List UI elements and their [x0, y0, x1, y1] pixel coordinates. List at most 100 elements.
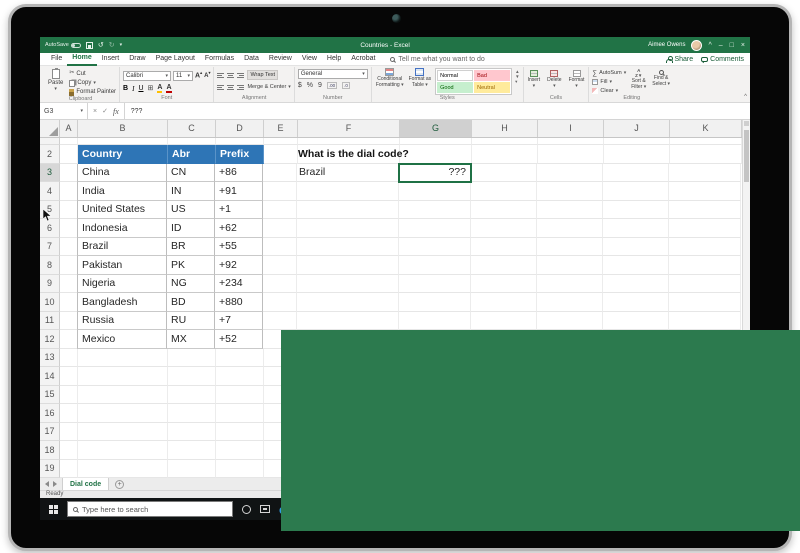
- cell-C8[interactable]: PK: [167, 256, 215, 275]
- cell-H8[interactable]: [471, 256, 537, 275]
- cell-B19[interactable]: [78, 460, 168, 479]
- cell-K2[interactable]: [670, 145, 742, 164]
- cell-A8[interactable]: [60, 256, 78, 275]
- cell-K9[interactable]: [669, 275, 741, 294]
- cell-D16[interactable]: [216, 404, 264, 423]
- italic-button[interactable]: I: [132, 85, 134, 93]
- cell-H2[interactable]: [472, 145, 538, 164]
- cell-J11[interactable]: [603, 312, 669, 331]
- cell-B11[interactable]: Russia: [77, 312, 167, 331]
- row-header-13[interactable]: 13: [40, 349, 60, 368]
- conditional-formatting-button[interactable]: ConditionalFormatting ▾: [375, 68, 405, 88]
- cell-B17[interactable]: [78, 423, 168, 442]
- cell-G1[interactable]: [400, 138, 472, 145]
- shrink-font-button[interactable]: A▾: [204, 69, 210, 82]
- ribbon-tab-acrobat[interactable]: Acrobat: [346, 53, 380, 65]
- cell-B9[interactable]: Nigeria: [77, 275, 167, 294]
- cell-D5[interactable]: +1: [215, 201, 263, 220]
- cell-D12[interactable]: +52: [215, 330, 263, 349]
- minimize-icon[interactable]: –: [719, 42, 723, 49]
- maximize-icon[interactable]: □: [730, 42, 734, 49]
- column-header-F[interactable]: F: [298, 120, 400, 137]
- cell-G4[interactable]: [399, 182, 471, 201]
- cell-C18[interactable]: [168, 441, 216, 460]
- ribbon-tab-view[interactable]: View: [297, 53, 322, 65]
- cancel-icon[interactable]: ×: [93, 108, 97, 115]
- cell-D2[interactable]: Prefix: [216, 145, 264, 164]
- cell-E11[interactable]: [263, 312, 297, 331]
- share-button[interactable]: Share: [666, 56, 693, 63]
- cell-K7[interactable]: [669, 238, 741, 257]
- borders-icon[interactable]: ⊞: [148, 84, 154, 93]
- align-middle-icon[interactable]: [227, 72, 234, 79]
- cell-J2[interactable]: [604, 145, 670, 164]
- row-header-18[interactable]: 18: [40, 441, 60, 460]
- currency-button[interactable]: $: [298, 81, 302, 90]
- cell-G11[interactable]: [399, 312, 471, 331]
- cell-F4[interactable]: [297, 182, 399, 201]
- taskbar-search-input[interactable]: Type here to search: [67, 501, 233, 517]
- cell-K3[interactable]: [669, 164, 741, 183]
- sheet-nav-right-icon[interactable]: [53, 481, 57, 487]
- cell-D10[interactable]: +880: [215, 293, 263, 312]
- sheet-tab-dial-code[interactable]: Dial code: [62, 478, 109, 490]
- add-sheet-button[interactable]: +: [115, 480, 124, 489]
- cell-D9[interactable]: +234: [215, 275, 263, 294]
- column-header-I[interactable]: I: [538, 120, 604, 137]
- cell-C10[interactable]: BD: [167, 293, 215, 312]
- font-size-combo[interactable]: 11 ▾: [173, 71, 193, 81]
- style-normal[interactable]: Normal: [437, 70, 473, 81]
- cell-A4[interactable]: [60, 182, 78, 201]
- cell-K6[interactable]: [669, 219, 741, 238]
- cell-A5[interactable]: [60, 201, 78, 220]
- row-header-17[interactable]: 17: [40, 423, 60, 442]
- cell-E10[interactable]: [263, 293, 297, 312]
- grow-font-button[interactable]: A▴: [195, 69, 202, 81]
- select-all-corner[interactable]: [40, 120, 60, 137]
- row-header-2[interactable]: 2: [40, 145, 60, 164]
- cell-I10[interactable]: [537, 293, 603, 312]
- cell-G9[interactable]: [399, 275, 471, 294]
- cell-J9[interactable]: [603, 275, 669, 294]
- cell-A11[interactable]: [60, 312, 78, 331]
- collapse-ribbon-icon[interactable]: ^: [744, 94, 747, 100]
- align-center-icon[interactable]: [227, 84, 234, 91]
- cell-I4[interactable]: [537, 182, 603, 201]
- cell-G2[interactable]: [400, 145, 472, 164]
- column-header-A[interactable]: A: [60, 120, 78, 137]
- font-color-button[interactable]: A: [166, 84, 171, 93]
- cell-B2[interactable]: Country: [78, 145, 168, 164]
- cell-C12[interactable]: MX: [167, 330, 215, 349]
- cell-G7[interactable]: [399, 238, 471, 257]
- cell-D19[interactable]: [216, 460, 264, 479]
- cell-E5[interactable]: [263, 201, 297, 220]
- save-icon[interactable]: [86, 42, 93, 49]
- insert-cells-button[interactable]: Insert▾: [527, 70, 542, 89]
- column-header-E[interactable]: E: [264, 120, 298, 137]
- cell-E4[interactable]: [263, 182, 297, 201]
- cell-C6[interactable]: ID: [167, 219, 215, 238]
- cell-A15[interactable]: [60, 386, 78, 405]
- cell-J7[interactable]: [603, 238, 669, 257]
- find-select-button[interactable]: Find &Select ▾: [651, 68, 671, 87]
- cell-A18[interactable]: [60, 441, 78, 460]
- column-header-C[interactable]: C: [168, 120, 216, 137]
- row-header-11[interactable]: 11: [40, 312, 60, 331]
- percent-button[interactable]: %: [307, 81, 313, 90]
- cell-I9[interactable]: [537, 275, 603, 294]
- cell-I5[interactable]: [537, 201, 603, 220]
- column-header-H[interactable]: H: [472, 120, 538, 137]
- column-header-D[interactable]: D: [216, 120, 264, 137]
- cell-B5[interactable]: United States: [77, 201, 167, 220]
- row-header-12[interactable]: 12: [40, 330, 60, 349]
- format-painter-button[interactable]: Format Painter: [69, 88, 116, 96]
- cell-A14[interactable]: [60, 367, 78, 386]
- cell-K1[interactable]: [670, 138, 742, 145]
- cell-B1[interactable]: [78, 138, 168, 145]
- cell-D7[interactable]: +55: [215, 238, 263, 257]
- ribbon-tab-page-layout[interactable]: Page Layout: [151, 53, 200, 65]
- cell-K5[interactable]: [669, 201, 741, 220]
- autosum-button[interactable]: ∑ AutoSum ▾: [592, 69, 626, 77]
- cell-E2[interactable]: [264, 145, 298, 164]
- cell-I2[interactable]: [538, 145, 604, 164]
